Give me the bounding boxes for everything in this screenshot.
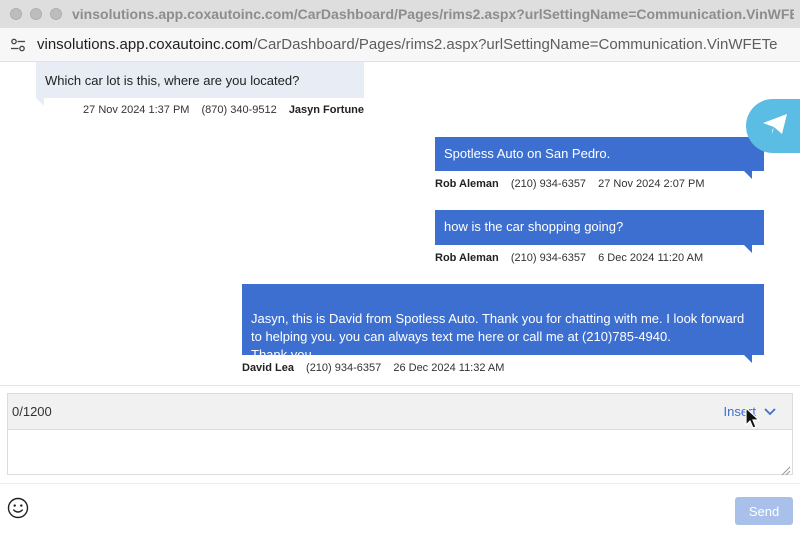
composer-divider [0,385,800,386]
close-window-button[interactable] [10,8,22,20]
zoom-window-button[interactable] [50,8,62,20]
message-phone: (210) 934-6357 [306,362,382,374]
minimize-window-button[interactable] [30,8,42,20]
url-text[interactable]: vinsolutions.app.coxautoinc.com/CarDashb… [37,36,777,53]
message-timestamp: 27 Nov 2024 1:37 PM [83,104,190,116]
mouse-cursor-icon [745,406,761,431]
url-host: vinsolutions.app.coxautoinc.com [37,36,253,53]
resize-handle-icon[interactable] [781,463,791,476]
message-phone: (210) 934-6357 [510,252,587,264]
window-title: vinsolutions.app.coxautoinc.com/CarDashb… [72,6,794,22]
message-meta: Rob Aleman (210) 934-6357 6 Dec 2024 11:… [435,252,712,264]
send-button[interactable]: Send [735,497,793,525]
message-bubble-outgoing: Spotless Auto on San Pedro. [435,137,764,179]
character-counter: 0/1200 [12,404,52,419]
message-input[interactable] [7,429,793,475]
message-meta: David Lea (210) 934-6357 26 Dec 2024 11:… [242,362,513,374]
window-titlebar: vinsolutions.app.coxautoinc.com/CarDashb… [0,0,800,28]
window-controls [10,8,62,20]
message-bubble-outgoing: Jasyn, this is David from Spotless Auto.… [242,284,764,363]
message-text: how is the car shopping going? [444,219,624,234]
smiley-icon[interactable] [7,497,29,519]
site-settings-icon[interactable] [9,36,27,54]
message-phone: (870) 340-9512 [201,104,277,116]
message-text: Spotless Auto on San Pedro. [444,146,611,161]
text-message-fab[interactable] [746,99,800,153]
message-sender: David Lea [242,362,294,374]
address-bar[interactable]: vinsolutions.app.coxautoinc.com/CarDashb… [0,28,800,62]
paper-plane-icon [762,113,788,140]
message-sender: Rob Aleman [435,252,499,264]
message-sender: Jasyn Fortune [288,104,364,116]
message-timestamp: 6 Dec 2024 11:20 AM [598,252,704,264]
message-timestamp: 26 Dec 2024 11:32 AM [393,362,505,374]
footer-divider [0,483,800,484]
chevron-down-icon [764,404,776,419]
message-text: Which car lot is this, where are you loc… [45,73,300,88]
message-text: Jasyn, this is David from Spotless Auto.… [251,311,745,362]
message-sender: Rob Aleman [435,178,499,190]
message-timestamp: 27 Nov 2024 2:07 PM [598,178,705,190]
message-bubble-outgoing: how is the car shopping going? [435,210,764,253]
url-path: /CarDashboard/Pages/rims2.aspx?urlSettin… [252,36,777,53]
message-phone: (210) 934-6357 [510,178,587,190]
conversation-panel: Which car lot is this, where are you loc… [0,62,800,385]
message-meta: 27 Nov 2024 1:37 PM (870) 340-9512 Jasyn… [83,104,364,116]
composer-toolbar: 0/1200 Insert [7,393,793,429]
message-meta: Rob Aleman (210) 934-6357 27 Nov 2024 2:… [435,178,714,190]
message-bubble-incoming: Which car lot is this, where are you loc… [36,62,364,106]
